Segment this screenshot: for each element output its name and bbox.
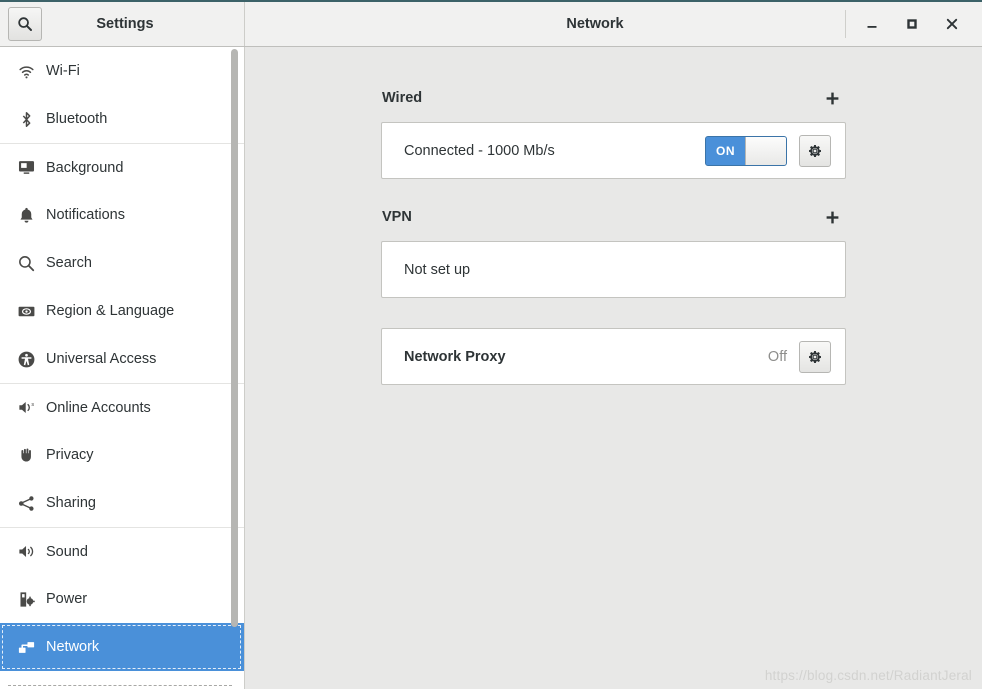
plus-icon [826,211,838,223]
window-controls [852,2,982,46]
sidebar-item-power[interactable]: Power [0,575,244,623]
sidebar-item-sound[interactable]: Sound [0,527,244,575]
sidebar-item-label: Notifications [46,207,125,223]
sidebar-item-label: Sharing [46,495,96,511]
wifi-icon [14,59,38,83]
sidebar-item-background[interactable]: Background [0,143,244,191]
content-area: Wired Connected - 1000 Mb/s ON VPN Not s… [245,47,982,689]
network-proxy-card: Network Proxy Off [381,328,846,385]
wired-section-header: Wired [381,84,846,112]
sidebar-item-sharing[interactable]: Sharing [0,479,244,527]
settings-window: Settings Network Wi-Fi Bluetooth Backgro… [0,0,982,689]
vpn-card: Not set up [381,241,846,298]
network-proxy-settings-button[interactable] [799,340,831,373]
sidebar-item-label: Universal Access [46,351,157,367]
universal-access-icon [14,347,38,371]
maximize-button[interactable] [892,2,932,46]
privacy-hand-icon [14,443,38,467]
plus-icon [826,92,838,104]
power-icon [14,587,38,611]
gear-icon [809,350,821,363]
close-icon [946,18,958,30]
network-proxy-label: Network Proxy [404,348,506,365]
window-body: Wi-Fi Bluetooth Background Notifications Sea… [0,47,982,689]
network-proxy-status: Off [767,348,787,365]
wired-toggle-switch[interactable]: ON [705,135,787,166]
sidebar-item-label: Wi-Fi [46,63,80,79]
network-panel: Wired Connected - 1000 Mb/s ON VPN Not s… [381,47,846,385]
search-icon [18,17,32,31]
titlebar: Settings Network [0,0,982,47]
sound-icon [14,540,38,564]
minimize-icon [867,26,877,28]
sidebar-list: Wi-Fi Bluetooth Background Notifications Sea… [0,47,244,671]
sidebar-item-universal-access[interactable]: Universal Access [0,335,244,383]
wired-toggle-state: ON [706,136,745,165]
sidebar-item-notifications[interactable]: Notifications [0,191,244,239]
network-proxy-row[interactable]: Network Proxy Off [382,329,845,384]
sidebar-item-label: Background [46,159,124,176]
sidebar-item-online-accounts[interactable]: s Online Accounts [0,383,244,431]
gear-icon [809,144,821,157]
sidebar-item-privacy[interactable]: Privacy [0,431,244,479]
vpn-row[interactable]: Not set up [382,242,845,297]
minimize-button[interactable] [852,2,892,46]
sidebar-item-label: Region & Language [46,303,175,319]
sharing-icon [14,491,38,515]
sidebar-item-label: Network [46,639,100,655]
sidebar-item-label: Power [46,591,88,607]
wired-settings-button[interactable] [799,134,831,167]
titlebar-main-section: Network [245,2,982,46]
sidebar-item-bluetooth[interactable]: Bluetooth [0,95,244,143]
sidebar-item-network[interactable]: Network [0,623,244,671]
add-vpn-button[interactable] [819,204,845,230]
sidebar: Wi-Fi Bluetooth Background Notifications Sea… [0,47,245,689]
search-button[interactable] [8,7,42,41]
svg-text:s: s [31,402,34,408]
online-accounts-icon: s [14,396,38,420]
sidebar-item-label: Search [46,255,92,271]
titlebar-sidebar-section: Settings [0,2,245,46]
background-icon [14,156,38,180]
wired-card: Connected - 1000 Mb/s ON [381,122,846,179]
titlebar-separator [845,10,846,38]
region-language-icon [14,299,38,323]
wired-toggle-knob [745,136,786,165]
sidebar-item-region-language[interactable]: Region & Language [0,287,244,335]
search-icon [14,251,38,275]
network-icon [14,635,38,659]
close-button[interactable] [932,2,972,46]
maximize-icon [907,19,917,29]
sidebar-bottom-focus-dash [8,685,232,686]
sidebar-item-label: Bluetooth [46,111,108,127]
sidebar-item-search[interactable]: Search [0,239,244,287]
vpn-title: VPN [382,209,412,225]
bell-icon [14,203,38,227]
wired-status-label: Connected - 1000 Mb/s [404,142,555,159]
sidebar-item-label: Online Accounts [46,399,151,416]
sidebar-item-label: Privacy [46,447,94,463]
wired-row[interactable]: Connected - 1000 Mb/s ON [382,123,845,178]
sidebar-item-wi-fi[interactable]: Wi-Fi [0,47,244,95]
vpn-status-label: Not set up [404,261,471,278]
sidebar-item-label: Sound [46,543,88,560]
vpn-section-header: VPN [381,203,846,231]
page-title: Network [566,16,624,32]
wired-title: Wired [382,90,423,106]
watermark: https://blog.csdn.net/RadiantJeral [764,668,972,683]
bluetooth-icon [14,107,38,131]
app-title: Settings [96,16,154,32]
add-wired-button[interactable] [819,85,845,111]
